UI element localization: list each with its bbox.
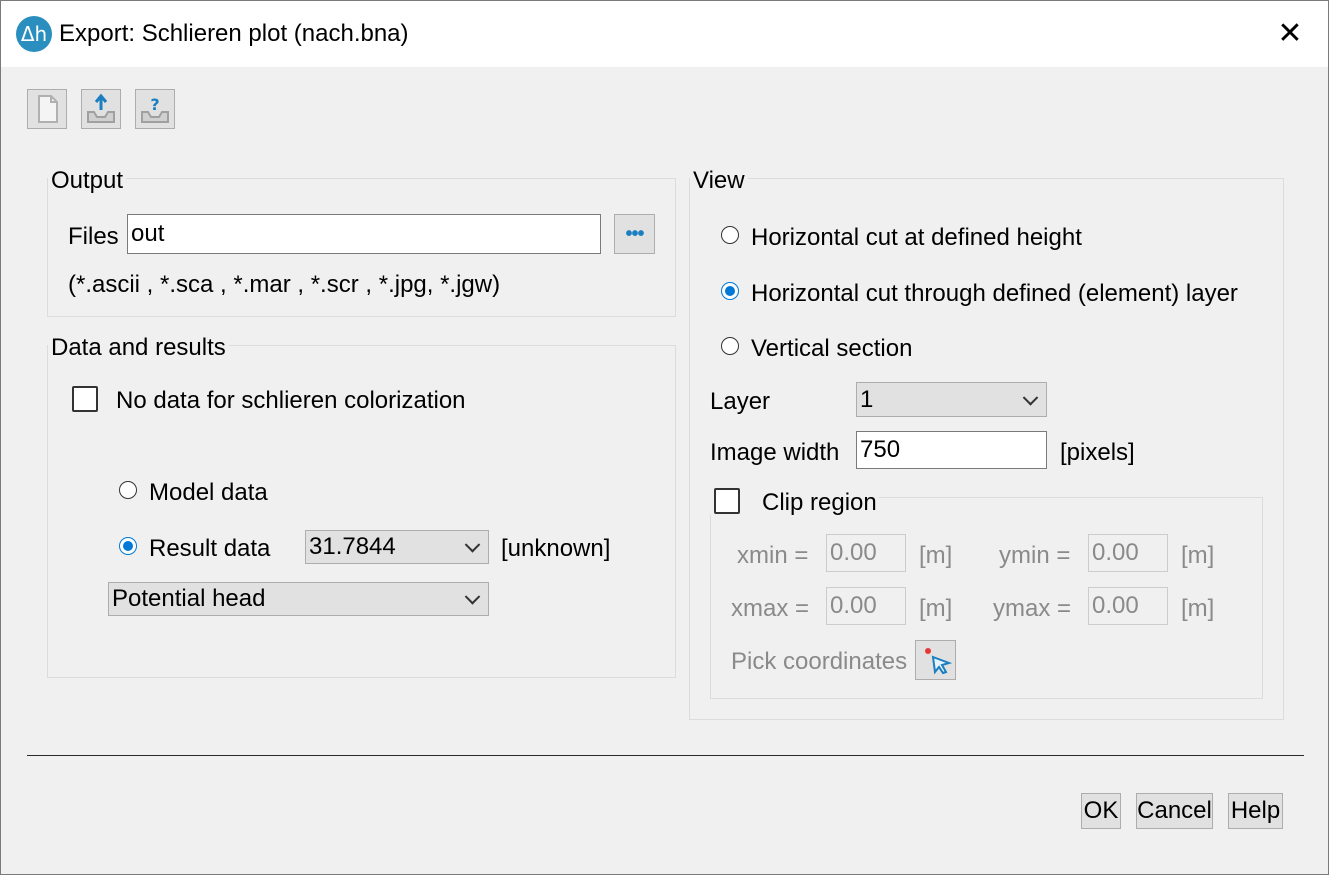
quantity-select[interactable]: Potential head — [108, 582, 489, 616]
ymax-input[interactable]: 0.00 — [1088, 587, 1168, 625]
pick-coordinates-label: Pick coordinates — [731, 648, 908, 675]
result-data-label: Result data — [149, 535, 271, 562]
view-option-height-label: Horizontal cut at defined height — [751, 224, 1082, 251]
ymax-unit: [m] — [1181, 595, 1215, 622]
close-icon[interactable]: ✕ — [1271, 15, 1309, 53]
xmax-unit: [m] — [919, 595, 953, 622]
layer-label: Layer — [710, 388, 771, 415]
xmax-input[interactable]: 0.00 — [826, 587, 906, 625]
view-option-height-radio[interactable] — [721, 226, 739, 244]
no-data-label: No data for schlieren colorization — [116, 387, 466, 414]
model-data-radio[interactable] — [119, 481, 137, 499]
svg-text:?: ? — [150, 95, 159, 114]
model-data-label: Model data — [149, 479, 268, 506]
export-help-icon: ? — [141, 95, 169, 123]
view-option-vertical-label: Vertical section — [751, 335, 913, 362]
export-button[interactable] — [81, 89, 121, 129]
browse-button[interactable]: ••• — [614, 214, 655, 254]
new-file-button[interactable] — [27, 89, 67, 129]
ymin-label: ymin = — [999, 542, 1071, 569]
dialog-title: Export: Schlieren plot (nach.bna) — [59, 20, 409, 47]
files-input[interactable]: out — [127, 214, 601, 254]
image-width-input[interactable]: 750 — [856, 431, 1047, 469]
no-data-checkbox[interactable] — [72, 386, 98, 412]
export-help-button[interactable]: ? — [135, 89, 175, 129]
image-width-label: Image width — [710, 439, 840, 466]
help-button[interactable]: Help — [1228, 793, 1283, 829]
footer-divider — [27, 755, 1304, 756]
view-option-vertical-radio[interactable] — [721, 337, 739, 355]
result-value-text: 31.7844 — [309, 533, 396, 560]
pick-coordinates-button[interactable] — [915, 640, 956, 680]
image-width-unit: [pixels] — [1060, 439, 1135, 466]
title-bar: Δh Export: Schlieren plot (nach.bna) ✕ — [1, 1, 1328, 67]
chevron-down-icon — [1022, 389, 1039, 406]
clip-region-label: Clip region — [762, 489, 877, 516]
output-group-label: Output — [48, 167, 127, 195]
data-results-group-label: Data and results — [48, 334, 229, 362]
view-group-label: View — [690, 167, 748, 195]
chevron-down-icon — [464, 589, 481, 605]
result-value-select[interactable]: 31.7844 — [305, 530, 489, 564]
xmin-unit: [m] — [919, 542, 953, 569]
view-option-layer-radio[interactable] — [721, 282, 739, 300]
app-logo-icon: Δh — [16, 16, 52, 52]
export-dialog: Δh Export: Schlieren plot (nach.bna) ✕ ?… — [0, 0, 1329, 875]
xmin-input[interactable]: 0.00 — [826, 534, 906, 572]
ymin-unit: [m] — [1181, 542, 1215, 569]
pick-cursor-icon — [924, 648, 952, 675]
file-extensions-text: (*.ascii , *.sca , *.mar , *.scr , *.jpg… — [68, 271, 501, 298]
ymax-label: ymax = — [993, 595, 1072, 622]
ok-button[interactable]: OK — [1081, 793, 1121, 829]
clip-region-checkbox[interactable] — [714, 488, 740, 514]
new-file-icon — [38, 95, 58, 123]
view-option-layer-label: Horizontal cut through defined (element)… — [751, 280, 1238, 307]
quantity-text: Potential head — [112, 585, 266, 612]
cancel-button[interactable]: Cancel — [1136, 793, 1213, 829]
result-data-radio[interactable] — [119, 537, 137, 555]
chevron-down-icon — [464, 537, 481, 553]
ymin-input[interactable]: 0.00 — [1088, 534, 1168, 572]
files-label: Files — [68, 223, 119, 250]
export-icon — [87, 93, 115, 123]
result-unit-label: [unknown] — [501, 535, 611, 562]
layer-value: 1 — [860, 385, 874, 413]
xmin-label: xmin = — [737, 542, 809, 569]
xmax-label: xmax = — [731, 595, 810, 622]
layer-select[interactable]: 1 — [856, 382, 1047, 417]
